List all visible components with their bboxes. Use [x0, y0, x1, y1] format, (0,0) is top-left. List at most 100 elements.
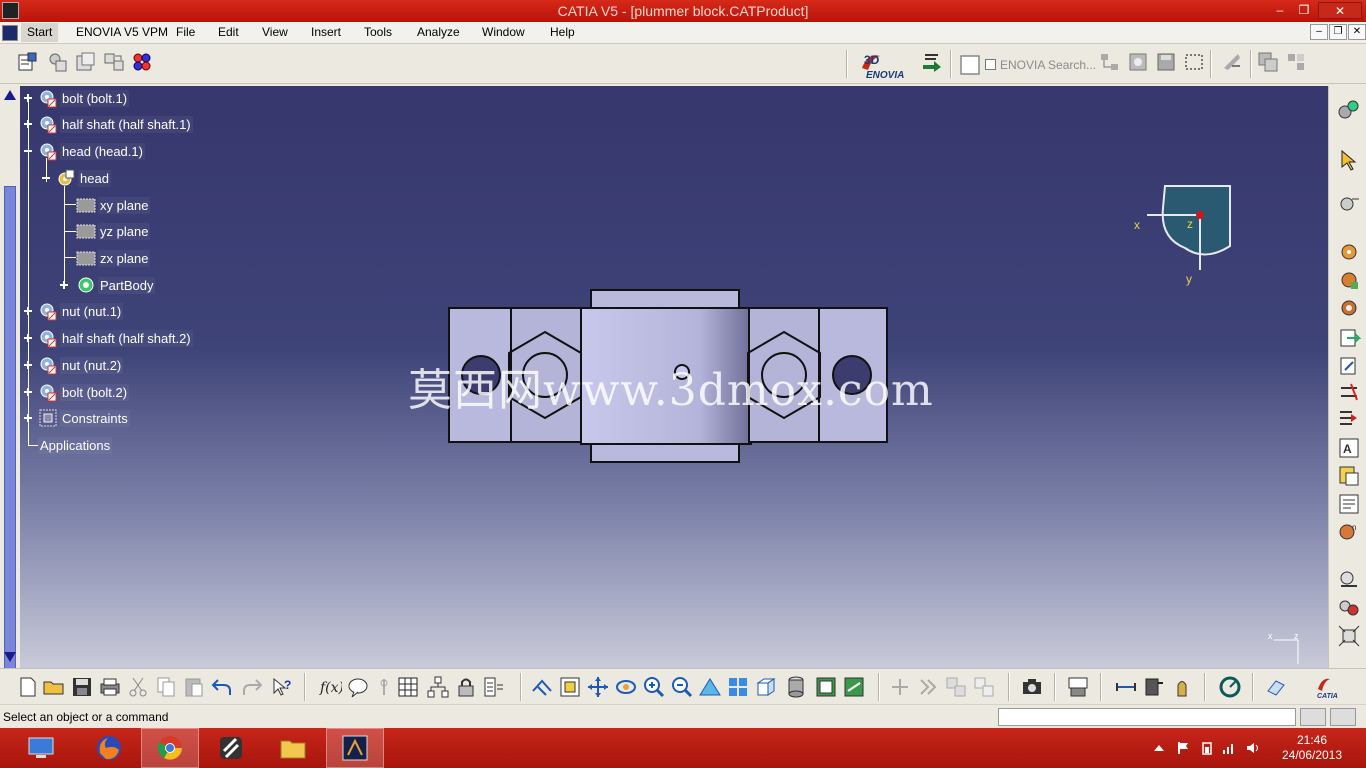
smart-move-icon[interactable]: [1337, 296, 1361, 320]
assembly-workbench-icon[interactable]: [1337, 98, 1361, 122]
menu-enovia[interactable]: ENOVIA V5 VPM: [76, 25, 168, 39]
print-icon[interactable]: [98, 675, 122, 699]
tree-node-head-1[interactable]: head (head.1): [38, 141, 145, 161]
product-structure-tools-icon[interactable]: [426, 675, 450, 699]
clash-icon[interactable]: [1337, 380, 1361, 404]
expand-plus-icon[interactable]: [59, 280, 69, 290]
status-button-1[interactable]: [1300, 708, 1326, 726]
ungroup-icon[interactable]: [972, 675, 996, 699]
knowledge-advisor-icon[interactable]: [346, 675, 370, 699]
menu-view[interactable]: View: [262, 25, 288, 39]
enovia-link-icon[interactable]: [1284, 50, 1308, 74]
expand-plus-icon[interactable]: [23, 306, 33, 316]
component-icon[interactable]: [46, 50, 70, 74]
next-icon[interactable]: [916, 675, 940, 699]
enovia-workbench-icon[interactable]: [920, 50, 944, 74]
explode-icon[interactable]: [1337, 326, 1361, 350]
expand-plus-icon[interactable]: [23, 333, 33, 343]
enovia-search[interactable]: ENOVIA Search...: [985, 58, 1096, 72]
taskbar-firefox-icon[interactable]: [80, 728, 138, 768]
whats-this-icon[interactable]: ?: [270, 675, 294, 699]
catalog-icon[interactable]: [1337, 492, 1361, 516]
expand-plus-icon[interactable]: [23, 387, 33, 397]
scenes-icon[interactable]: [1337, 568, 1361, 592]
enovia-copy-icon[interactable]: [1256, 50, 1280, 74]
tray-network-icon[interactable]: [1222, 741, 1236, 755]
close-button[interactable]: ✕: [1318, 2, 1362, 19]
enovia-send-icon[interactable]: [1220, 50, 1244, 74]
tree-node-nut-1[interactable]: nut (nut.1): [38, 301, 124, 321]
command-input[interactable]: [998, 708, 1296, 726]
zoom-in-icon[interactable]: [642, 675, 666, 699]
design-table-icon[interactable]: [396, 675, 420, 699]
camera-icon[interactable]: [1020, 675, 1044, 699]
multi-instantiation-icon[interactable]: [130, 50, 154, 74]
expand-plus-icon[interactable]: [23, 93, 33, 103]
sectioning-icon[interactable]: [1337, 406, 1361, 430]
tree-node-yz-plane[interactable]: yz plane: [76, 221, 151, 241]
doc-restore-button[interactable]: ❐: [1329, 24, 1347, 40]
menu-edit[interactable]: Edit: [218, 25, 239, 39]
product-structure-icon[interactable]: [16, 50, 40, 74]
taskbar-chrome-icon[interactable]: [141, 728, 199, 768]
taskbar-file-explorer-icon[interactable]: [264, 728, 322, 768]
scroll-down-arrow-icon[interactable]: [3, 650, 17, 664]
normal-view-icon[interactable]: [698, 675, 722, 699]
enovia-frame-icon[interactable]: [1182, 50, 1206, 74]
fit-all-icon[interactable]: [558, 675, 582, 699]
tree-node-bolt-1[interactable]: bolt (bolt.1): [38, 88, 130, 108]
hide-show-icon[interactable]: [814, 675, 838, 699]
taskbar-app-icon[interactable]: [202, 728, 260, 768]
parameters-icon[interactable]: [482, 675, 506, 699]
stop-manipulate-icon[interactable]: [1337, 354, 1361, 378]
multi-view-icon[interactable]: [726, 675, 750, 699]
open-folder-icon[interactable]: [42, 675, 66, 699]
existing-component-icon[interactable]: [74, 50, 98, 74]
rotate-icon[interactable]: [614, 675, 638, 699]
enovia-save-icon[interactable]: [1154, 50, 1178, 74]
generate-numbering-icon[interactable]: n: [1337, 520, 1361, 544]
tray-volume-icon[interactable]: [1246, 741, 1260, 755]
enovia-tree-icon[interactable]: [1098, 50, 1122, 74]
tray-flag-icon[interactable]: [1176, 741, 1190, 755]
law-icon[interactable]: [372, 675, 396, 699]
menu-start[interactable]: Start: [21, 23, 59, 42]
update-icon[interactable]: [1218, 675, 1242, 699]
menu-window[interactable]: Window: [482, 25, 525, 39]
menu-analyze[interactable]: Analyze: [417, 25, 460, 39]
isometric-view-icon[interactable]: [754, 675, 778, 699]
paste-icon[interactable]: [182, 675, 206, 699]
tree-node-half-shaft-1[interactable]: half shaft (half shaft.1): [38, 114, 193, 134]
pan-icon[interactable]: [586, 675, 610, 699]
swap-visible-space-icon[interactable]: [842, 675, 866, 699]
copy-icon[interactable]: [154, 675, 178, 699]
status-button-2[interactable]: [1330, 708, 1356, 726]
taskbar-clock[interactable]: 21:46 24/06/2013: [1280, 733, 1344, 763]
lock-icon[interactable]: [454, 675, 478, 699]
move-icon[interactable]: [1337, 192, 1361, 216]
tree-node-xy-plane[interactable]: xy plane: [76, 195, 151, 215]
tree-node-constraints[interactable]: Constraints: [38, 408, 130, 428]
tree-node-bolt-2[interactable]: bolt (bolt.2): [38, 382, 130, 402]
tray-expand-icon[interactable]: [1152, 741, 1166, 755]
menu-tools[interactable]: Tools: [364, 25, 392, 39]
expand-plus-icon[interactable]: [23, 360, 33, 370]
new-file-icon[interactable]: [16, 675, 40, 699]
replace-component-icon[interactable]: [102, 50, 126, 74]
taskbar-explorer-desktop[interactable]: [12, 728, 70, 768]
minimize-button[interactable]: ‒: [1270, 2, 1290, 19]
flag-note-icon[interactable]: [1337, 464, 1361, 488]
measure-inertia-icon[interactable]: [1170, 675, 1194, 699]
formula-icon[interactable]: f(x): [318, 675, 342, 699]
grouping-icon[interactable]: [944, 675, 968, 699]
expand-plus-icon[interactable]: [23, 119, 33, 129]
tree-node-head-part[interactable]: head: [56, 168, 111, 188]
taskbar-catia-icon[interactable]: [326, 728, 384, 768]
select-arrow-icon[interactable]: [1337, 148, 1361, 172]
cut-icon[interactable]: [126, 675, 150, 699]
expand-plus-icon[interactable]: [23, 413, 33, 423]
menu-insert[interactable]: Insert: [311, 25, 341, 39]
tree-node-nut-2[interactable]: nut (nut.2): [38, 355, 124, 375]
collapse-minus-icon[interactable]: [41, 173, 51, 183]
zoom-out-icon[interactable]: [670, 675, 694, 699]
